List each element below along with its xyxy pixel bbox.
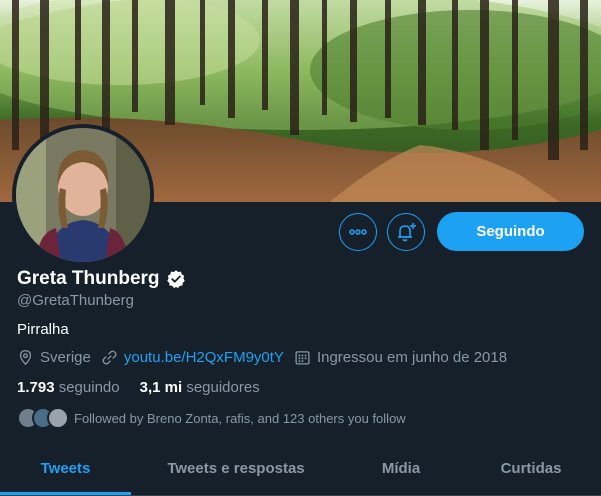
notifications-button[interactable] (387, 213, 425, 251)
follower-avatar (47, 407, 69, 429)
tab-likes[interactable]: Curtidas (461, 441, 601, 495)
tab-tweets[interactable]: Tweets (0, 441, 131, 495)
followed-by-avatars (17, 407, 69, 429)
more-horizontal-icon (349, 229, 367, 235)
tab-media[interactable]: Mídia (341, 441, 461, 495)
calendar-icon (295, 351, 310, 365)
following-button[interactable]: Seguindo (437, 212, 584, 251)
tab-tweets-and-replies[interactable]: Tweets e respostas (131, 441, 341, 495)
profile-meta: Sverige youtu.be/H2QxFM9y0tY Ingressou e… (17, 349, 517, 366)
website[interactable]: youtu.be/H2QxFM9y0tY (101, 349, 284, 366)
following-number: 1.793 (17, 379, 55, 396)
profile-name: Greta Thunberg (17, 268, 186, 290)
more-options-button[interactable] (339, 213, 377, 251)
follow-counts: 1.793 seguindo 3,1 mi seguidores (17, 379, 280, 396)
website-link[interactable]: youtu.be/H2QxFM9y0tY (124, 349, 284, 366)
followers-count[interactable]: 3,1 mi seguidores (140, 379, 260, 396)
avatar[interactable] (12, 124, 154, 266)
followers-number: 3,1 mi (139, 379, 183, 396)
profile-handle: @GretaThunberg (17, 292, 134, 309)
avatar-image (16, 128, 150, 262)
followed-by[interactable]: Followed by Breno Zonta, rafis, and 123 … (17, 407, 406, 429)
display-name: Greta Thunberg (17, 268, 160, 289)
following-count[interactable]: 1.793 seguindo (17, 379, 120, 396)
bell-plus-icon (398, 223, 416, 242)
location-text: Sverige (40, 349, 91, 366)
followed-by-text: Followed by Breno Zonta, rafis, and 123 … (74, 410, 406, 426)
profile-tabs: Tweets Tweets e respostas Mídia Curtidas (0, 441, 601, 496)
following-label: seguindo (58, 379, 120, 396)
profile-bio: Pirralha (17, 321, 69, 338)
joined-text: Ingressou em junho de 2018 (316, 349, 508, 366)
location: Sverige (17, 349, 91, 366)
followers-label: seguidores (186, 379, 260, 396)
verified-badge-icon (166, 270, 185, 289)
link-icon (102, 350, 117, 365)
location-pin-icon (19, 350, 32, 366)
joined-date: Ingressou em junho de 2018 (294, 349, 507, 366)
